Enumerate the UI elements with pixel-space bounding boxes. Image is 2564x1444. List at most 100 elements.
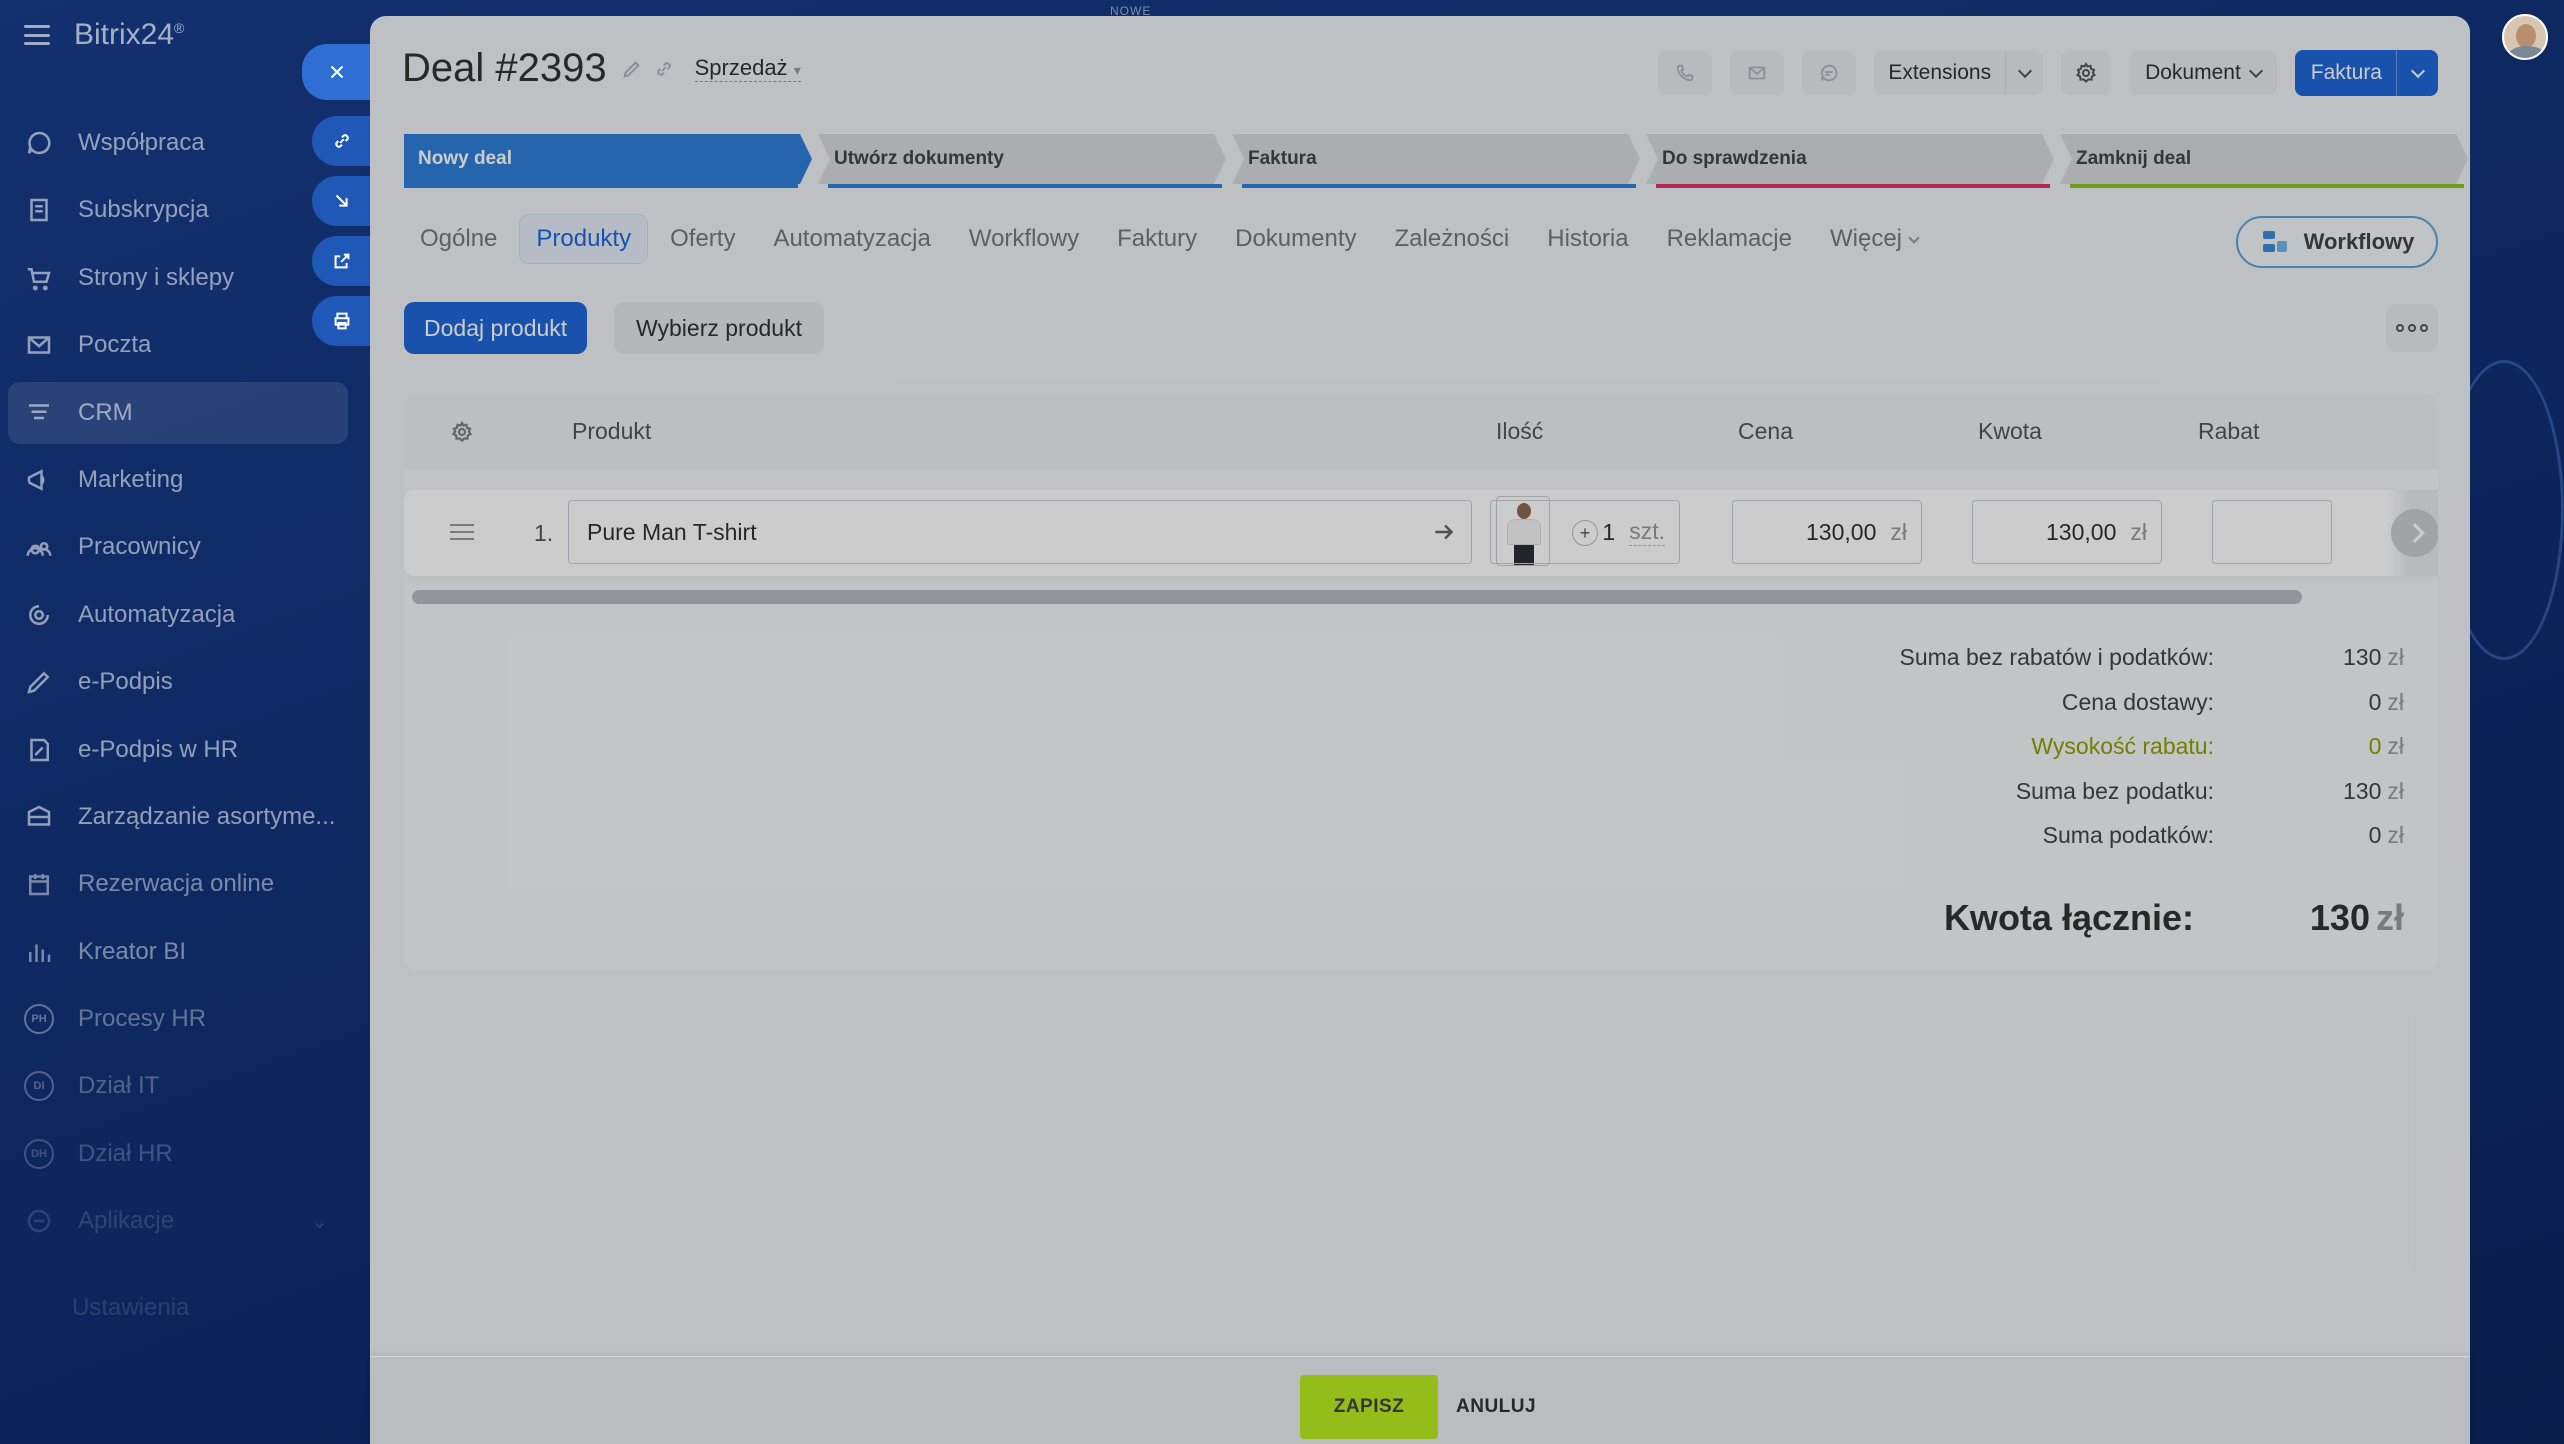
sidebar-item-label: e-Podpis: [78, 668, 173, 696]
stage-item[interactable]: Utwórz dokumenty: [818, 134, 1226, 184]
tab-item[interactable]: Faktury: [1101, 215, 1213, 263]
stage-item[interactable]: Nowy deal: [404, 134, 812, 184]
apps-icon: [22, 1204, 56, 1238]
tab-item[interactable]: Automatyzacja: [757, 215, 946, 263]
grand-total: Kwota łącznie: 130 zł: [1943, 896, 2404, 938]
invoice-button[interactable]: Faktura: [2294, 50, 2438, 96]
sidebar-item[interactable]: Rezerwacja online: [8, 853, 348, 915]
add-product-button[interactable]: Dodaj produkt: [404, 302, 588, 354]
stage-item[interactable]: Faktura: [1232, 134, 1640, 184]
sidebar-settings[interactable]: Ustawienia: [72, 1294, 189, 1322]
subscription-icon: [22, 193, 56, 227]
chat-icon: [1821, 64, 1838, 82]
copy-link-button[interactable]: [312, 116, 372, 166]
tab-item[interactable]: Dokumenty: [1219, 215, 1372, 263]
amount-field[interactable]: 130,00 zł: [1972, 500, 2162, 564]
inventory-icon: [22, 800, 56, 834]
sidebar-header: Bitrix24®: [24, 18, 184, 52]
horizontal-scrollbar[interactable]: [412, 590, 2302, 604]
column-settings-gear-icon[interactable]: [450, 420, 474, 449]
tab-item[interactable]: Workflowy: [953, 215, 1095, 263]
document-button[interactable]: Dokument: [2129, 51, 2277, 95]
tab-item[interactable]: Produkty: [519, 214, 649, 264]
chat-button[interactable]: [1802, 51, 1857, 95]
tab-item[interactable]: Zależności: [1379, 215, 1526, 263]
unit-selector: szt.: [1629, 518, 1665, 546]
save-button[interactable]: ZAPISZ: [1300, 1375, 1438, 1439]
employees-icon: [22, 530, 56, 564]
sidebar-item[interactable]: DI Dział IT: [8, 1055, 348, 1117]
email-button[interactable]: [1730, 51, 1785, 95]
product-name-field[interactable]: Pure Man T-shirt: [568, 500, 1472, 564]
minimize-panel-button[interactable]: [312, 176, 372, 226]
menu-icon[interactable]: [24, 25, 50, 45]
quantity-field[interactable]: 1 szt.: [1490, 500, 1680, 564]
discount-field[interactable]: [2212, 500, 2332, 564]
pipeline-selector[interactable]: Sprzedaż ▾: [694, 55, 801, 82]
printer-icon: [334, 312, 350, 330]
sidebar-item[interactable]: Współpraca: [8, 112, 348, 174]
sidebar-item[interactable]: PH Procesy HR: [8, 988, 348, 1050]
sidebar-item-label: CRM: [78, 398, 133, 426]
settings-button[interactable]: [2061, 51, 2112, 95]
sidebar-item[interactable]: Kreator BI: [8, 921, 348, 983]
extensions-button[interactable]: Extensions: [1874, 51, 2044, 95]
tab-item[interactable]: Ogólne: [404, 215, 513, 263]
tab-item[interactable]: Reklamacje: [1651, 215, 1808, 263]
print-button[interactable]: [312, 296, 372, 346]
sidebar-item[interactable]: Subskrypcja: [8, 179, 348, 241]
sidebar-item[interactable]: Automatyzacja: [8, 584, 348, 646]
sidebar-item[interactable]: e-Podpis: [8, 651, 348, 713]
user-avatar[interactable]: [2502, 14, 2548, 60]
row-number: 1.: [534, 520, 554, 546]
stage-item[interactable]: Do sprawdzenia: [1646, 134, 2054, 184]
close-panel-button[interactable]: [302, 44, 372, 100]
column-header-amount: Kwota: [1978, 418, 2042, 444]
sidebar-item[interactable]: Strony i sklepy: [8, 247, 348, 309]
select-product-button[interactable]: Wybierz produkt: [614, 302, 824, 354]
logo[interactable]: Bitrix24®: [74, 18, 184, 52]
open-new-window-button[interactable]: [312, 236, 372, 286]
sidebar-item[interactable]: e-Podpis w HR: [8, 719, 348, 781]
tab-item[interactable]: Więcej: [1814, 215, 1934, 263]
chevron-down-icon: ⌄: [311, 1210, 328, 1233]
column-header-price: Cena: [1738, 418, 1793, 444]
workflows-button[interactable]: Workflowy: [2236, 216, 2438, 268]
more-options-button[interactable]: [2386, 304, 2438, 352]
tab-item[interactable]: Oferty: [654, 215, 751, 263]
sidebar-item-label: Subskrypcja: [78, 196, 209, 224]
sidebar-item-label: Marketing: [78, 465, 184, 493]
sidebar-item[interactable]: Marketing: [8, 449, 348, 511]
table-header: Produkt Ilość Cena Kwota Rabat: [404, 394, 2438, 470]
stage-color-line: [828, 184, 1222, 188]
stage-item[interactable]: Zamknij deal: [2060, 134, 2468, 184]
edit-title-icon[interactable]: [621, 58, 643, 80]
dh-badge-icon: DH: [22, 1137, 56, 1171]
link-icon[interactable]: [653, 58, 675, 80]
sidebar-item-label: Poczta: [78, 331, 152, 359]
sidebar-item-label: Współpraca: [78, 129, 205, 156]
external-link-icon: [334, 253, 350, 269]
arrow-right-icon[interactable]: [1431, 519, 1457, 551]
sidebar-item[interactable]: Poczta: [8, 314, 348, 376]
column-header-discount: Rabat: [2198, 418, 2260, 444]
tab-item[interactable]: Historia: [1531, 215, 1644, 263]
automation-icon: [22, 598, 56, 632]
drag-handle-icon[interactable]: [450, 524, 474, 540]
sidebar-item[interactable]: Pracownicy: [8, 516, 348, 578]
booking-icon: [22, 867, 56, 901]
sidebar-item[interactable]: Zarządzanie asortyme...: [8, 786, 348, 848]
scroll-right-button[interactable]: [2386, 490, 2438, 576]
sidebar-item[interactable]: DH Dział HR: [8, 1123, 348, 1185]
signature-icon: [22, 665, 56, 699]
sidebar-item-label: Dział HR: [78, 1139, 173, 1167]
sidebar-item[interactable]: Aplikacje ⌄: [8, 1190, 348, 1252]
call-button[interactable]: [1658, 51, 1713, 95]
price-field[interactable]: 130,00 zł: [1732, 500, 1922, 564]
sidebar: Bitrix24® Współpraca Subskrypcja Strony i …: [0, 0, 360, 1444]
stage-color-line: [1242, 184, 1636, 188]
cancel-button[interactable]: ANULUJ: [1456, 1375, 1536, 1439]
sidebar-item[interactable]: CRM: [8, 381, 348, 444]
sidebar-item-label: Rezerwacja online: [78, 870, 275, 898]
sidebar-item-label: Zarządzanie asortyme...: [78, 802, 336, 830]
